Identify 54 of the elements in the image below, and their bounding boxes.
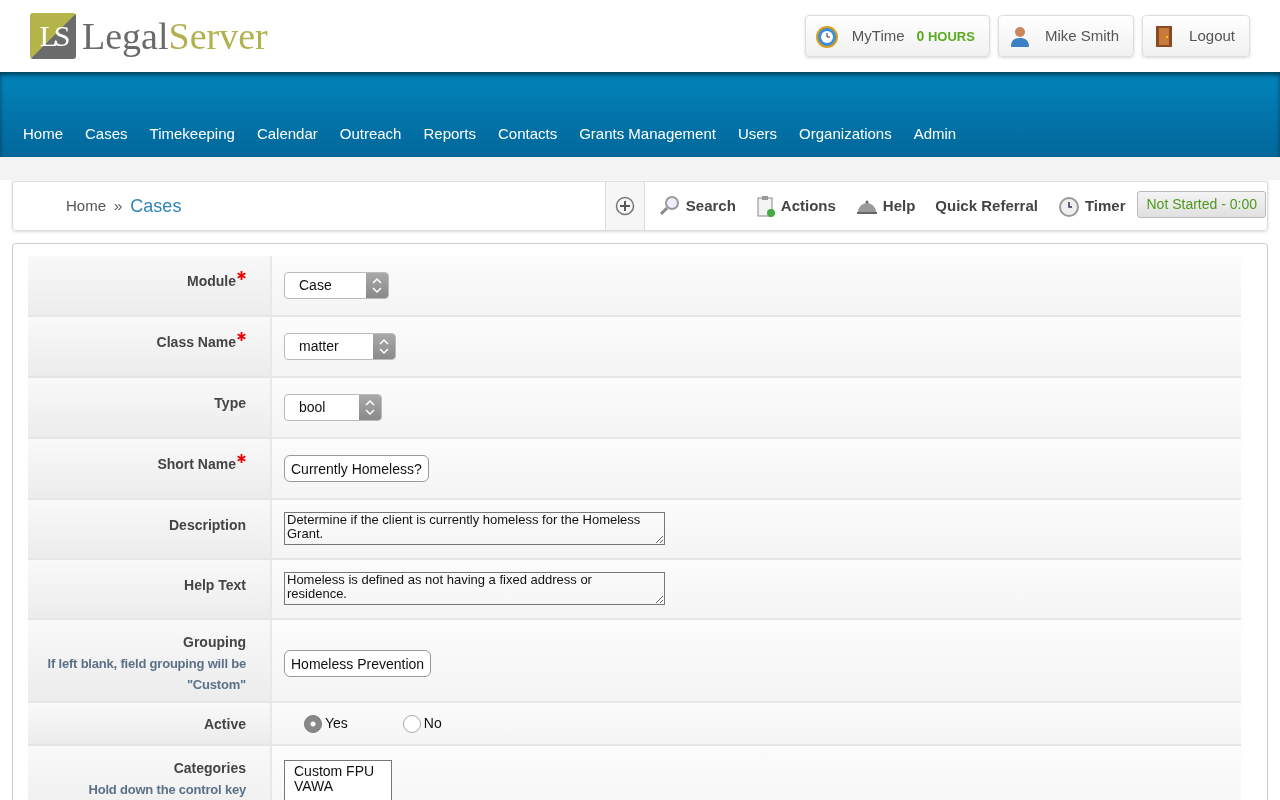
nav-link[interactable]: Outreach (328, 122, 413, 145)
magnifier-icon (658, 195, 681, 217)
nav-link[interactable]: Organizations (788, 122, 903, 145)
textarea-field[interactable]: Determine if the client is currently homeless for the Homeless Grant. (284, 512, 665, 545)
field-label: Grouping (183, 634, 246, 650)
radio-option[interactable]: Yes (304, 713, 348, 734)
nav-link[interactable]: Cases (74, 122, 139, 145)
field-label: Description (169, 517, 246, 533)
field-hint: If left blank, field grouping will be "Custom" (46, 655, 246, 694)
alarm-clock-icon (813, 23, 840, 49)
toolbar-link[interactable]: Quick Referral (925, 194, 1048, 218)
select-field[interactable]: Case (284, 272, 389, 299)
radio-option[interactable]: No (402, 713, 442, 734)
nav-link[interactable]: Reports (412, 122, 487, 145)
field-hint: Hold down the control key (87, 781, 246, 799)
timer-status: Not Started - 0:00 (1137, 190, 1266, 218)
nav-link[interactable]: Calendar (245, 122, 329, 145)
breadcrumb-link[interactable]: Home (66, 194, 106, 218)
field-label: Categories (173, 760, 246, 776)
field-label: Help Text (184, 577, 246, 593)
toolbar-link[interactable]: Help (845, 194, 926, 218)
field-label: Module (187, 273, 236, 289)
breadcrumb-separator: » (114, 195, 123, 216)
nav-link[interactable]: Admin (902, 122, 968, 145)
stepper-icon (365, 273, 388, 298)
logo-mark: LS (30, 13, 76, 59)
clock-icon (1057, 195, 1080, 217)
stepper-icon (359, 395, 382, 420)
nav-link[interactable]: Home (12, 122, 74, 145)
logout-button[interactable]: Logout (1142, 15, 1250, 57)
add-icon[interactable] (614, 196, 635, 216)
clipboard-icon (755, 195, 776, 217)
breadcrumb-link[interactable]: Cases (130, 192, 182, 220)
toolbar-link[interactable]: Actions (745, 194, 846, 218)
toolbar-link[interactable]: Search (648, 194, 746, 218)
nav-link[interactable]: Grants Management (568, 122, 727, 145)
nav-link[interactable]: Timekeeping (138, 122, 246, 145)
toolbar-link[interactable]: Timer (1047, 194, 1136, 218)
text-field[interactable]: Currently Homeless? (284, 455, 429, 482)
select-field[interactable]: matter (284, 333, 396, 360)
text-field[interactable]: Homeless Prevention (284, 650, 432, 677)
user-button[interactable]: Mike Smith (997, 15, 1135, 57)
field-label: Class Name (156, 334, 236, 350)
stepper-icon (372, 334, 395, 359)
field-label: Type (214, 395, 246, 411)
nav-link[interactable]: Users (726, 122, 789, 145)
mytime-button[interactable]: MyTime 0 HOURS (804, 15, 990, 57)
field-label: Short Name (157, 456, 236, 472)
logo-name: LegalServer (82, 13, 268, 59)
nav-link[interactable]: Contacts (487, 122, 569, 145)
select-field[interactable]: bool (284, 394, 383, 421)
textarea-field[interactable]: Homeless is defined as not having a fixed address or residence. (284, 572, 665, 605)
multi-select-list[interactable]: Custom FPU VAWA (284, 760, 392, 800)
field-label: Active (203, 716, 246, 732)
